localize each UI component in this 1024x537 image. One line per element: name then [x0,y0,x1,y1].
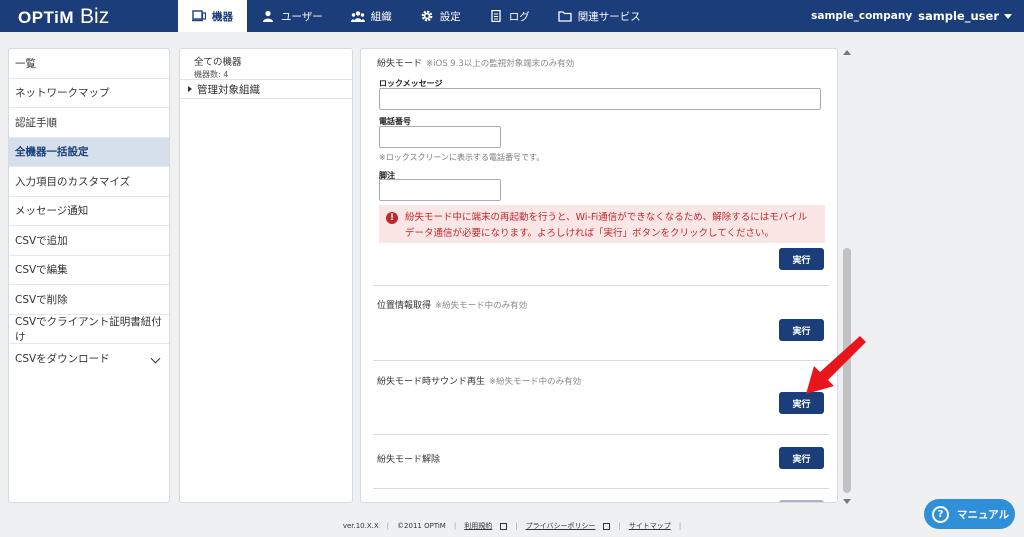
copyright-text: ©2011 OPTiM [397,522,446,530]
main-nav: 機器 ユーザー 組織 設定 ログ 関連サービス [178,0,655,32]
scroll-down-icon[interactable] [843,499,851,504]
sidebar-item-list[interactable]: 一覧 [9,49,169,79]
sidebar-item-label: メッセージ通知 [15,205,89,218]
chevron-down-icon [1004,13,1012,19]
nav-logs[interactable]: ログ [475,0,544,32]
divider [373,488,829,489]
sidebar-item-bulk-settings[interactable]: 全機器一括設定 [9,137,169,167]
help-icon: ? [932,505,949,523]
lock-message-input[interactable] [379,88,821,110]
sound-title-text: 紛失モード時サウンド再生 [377,377,486,387]
footer: ver.10.X.X | ©2011 OPTiM | 利用規約 | プライバシー… [342,521,682,531]
alert-text: 紛失モード中に端末の再起動を行うと、Wi-Fi通信ができなくなるため、解除するに… [405,212,808,239]
sidebar-item-network-map[interactable]: ネットワークマップ [9,79,169,108]
sidebar-item-label: CSVをダウンロード [15,353,110,366]
phone-input[interactable] [379,126,501,148]
sidebar: 一覧 ネットワークマップ 認証手順 全機器一括設定 入力項目のカスタマイズ メッ… [8,48,170,503]
organization-icon [350,10,365,22]
sidebar-item-label: 全機器一括設定 [15,146,89,159]
caret-right-icon[interactable] [188,86,192,92]
sound-title: 紛失モード時サウンド再生 ※紛失モード中のみ有効 [377,374,581,387]
next-execute-button[interactable] [779,500,824,502]
top-bar: OPTiM Biz 機器 ユーザー 組織 設定 ログ 関連サービス sample… [0,0,1024,32]
location-note: ※紛失モード中のみ有効 [435,301,528,311]
log-icon [489,10,503,22]
external-link-icon [603,522,611,530]
device-icon [192,10,206,22]
sidebar-item-csv-add[interactable]: CSVで追加 [9,226,169,256]
divider [373,360,829,361]
release-title: 紛失モード解除 [377,452,440,465]
tree-managed-org[interactable]: 管理対象組織 [180,80,352,99]
footnote-input[interactable] [379,179,501,201]
red-arrow-annotation [806,336,866,394]
sidebar-item-label: ネットワークマップ [15,87,110,100]
nav-users-label: ユーザー [281,10,323,23]
lost-mode-title-text: 紛失モード [377,59,423,69]
all-devices-label: 全ての機器 [194,57,242,68]
location-title: 位置情報取得 ※紛失モード中のみ有効 [377,298,527,311]
exclamation-icon: ! [386,212,398,224]
sidebar-item-label: CSVで削除 [15,293,68,306]
nav-devices[interactable]: 機器 [178,0,247,32]
sidebar-item-label: CSVで追加 [15,234,68,247]
nav-organizations[interactable]: 組織 [337,0,406,32]
terms-link[interactable]: 利用規約 [464,521,492,531]
lost-mode-title: 紛失モード ※iOS 9.3以上の監視対象端末のみ有効 [377,56,574,69]
nav-related-services[interactable]: 関連サービス [544,0,655,32]
sidebar-item-label: CSVでクライアント証明書紐付け [15,315,162,343]
phone-hint: ※ロックスクリーンに表示する電話番号です。 [379,153,545,162]
scrollbar[interactable] [841,48,853,506]
sound-note: ※紛失モード中のみ有効 [489,377,582,387]
sidebar-item-customize-fields[interactable]: 入力項目のカスタマイズ [9,167,169,197]
nav-related-services-label: 関連サービス [577,10,641,23]
gear-icon [420,10,434,22]
lost-mode-execute-button[interactable]: 実行 [779,248,824,270]
device-count: 機器数: 4 [194,70,229,79]
sitemap-link[interactable]: サイトマップ [629,521,671,531]
managed-org-label: 管理対象組織 [197,83,260,96]
sidebar-item-csv-download[interactable]: CSVをダウンロード [9,344,169,374]
sidebar-item-csv-cert[interactable]: CSVでクライアント証明書紐付け [9,315,169,344]
account-menu[interactable]: sample_company sample_user [811,0,1012,32]
sidebar-item-csv-delete[interactable]: CSVで削除 [9,285,169,315]
location-title-text: 位置情報取得 [377,301,432,311]
chevron-down-icon [150,353,161,364]
warning-alert: ! 紛失モード中に端末の再起動を行うと、Wi-Fi通信ができなくなるため、解除す… [379,205,825,243]
privacy-link[interactable]: プライバシーポリシー [526,521,596,531]
logo[interactable]: OPTiM Biz [18,5,109,29]
tree-all-devices[interactable]: 全ての機器 機器数: 4 [180,49,352,80]
sidebar-item-label: 一覧 [15,57,36,70]
main-panel: 紛失モード ※iOS 9.3以上の監視対象端末のみ有効 ロックメッセージ 電話番号… [360,48,838,503]
manual-label: マニュアル [957,508,1010,521]
version-text: ver.10.X.X [342,522,379,530]
nav-users[interactable]: ユーザー [247,0,337,32]
divider [373,285,829,286]
release-title-text: 紛失モード解除 [377,455,441,465]
external-link-icon [500,522,508,530]
nav-organizations-label: 組織 [370,10,392,23]
sidebar-item-label: CSVで編集 [15,264,68,277]
logo-sub: Biz [80,5,110,28]
sidebar-item-csv-edit[interactable]: CSVで編集 [9,256,169,285]
sidebar-item-message-notify[interactable]: メッセージ通知 [9,197,169,226]
scroll-up-icon[interactable] [843,50,851,55]
folder-icon [558,10,572,22]
sidebar-item-label: 認証手順 [15,116,57,129]
nav-devices-label: 機器 [212,10,233,23]
user-icon [261,10,275,22]
logo-main: OPTiM [18,8,75,27]
nav-logs-label: ログ [508,10,530,23]
user-name: sample_user [918,9,999,23]
divider [373,434,829,435]
manual-button[interactable]: ? マニュアル [924,499,1015,529]
org-tree: 全ての機器 機器数: 4 管理対象組織 [179,48,353,503]
company-name: sample_company [811,10,913,22]
sidebar-item-auth-procedure[interactable]: 認証手順 [9,108,169,138]
release-execute-button[interactable]: 実行 [779,447,824,469]
lost-mode-note: ※iOS 9.3以上の監視対象端末のみ有効 [426,59,575,69]
nav-settings[interactable]: 設定 [406,0,475,32]
sidebar-item-label: 入力項目のカスタマイズ [15,175,131,188]
nav-settings-label: 設定 [439,10,461,23]
